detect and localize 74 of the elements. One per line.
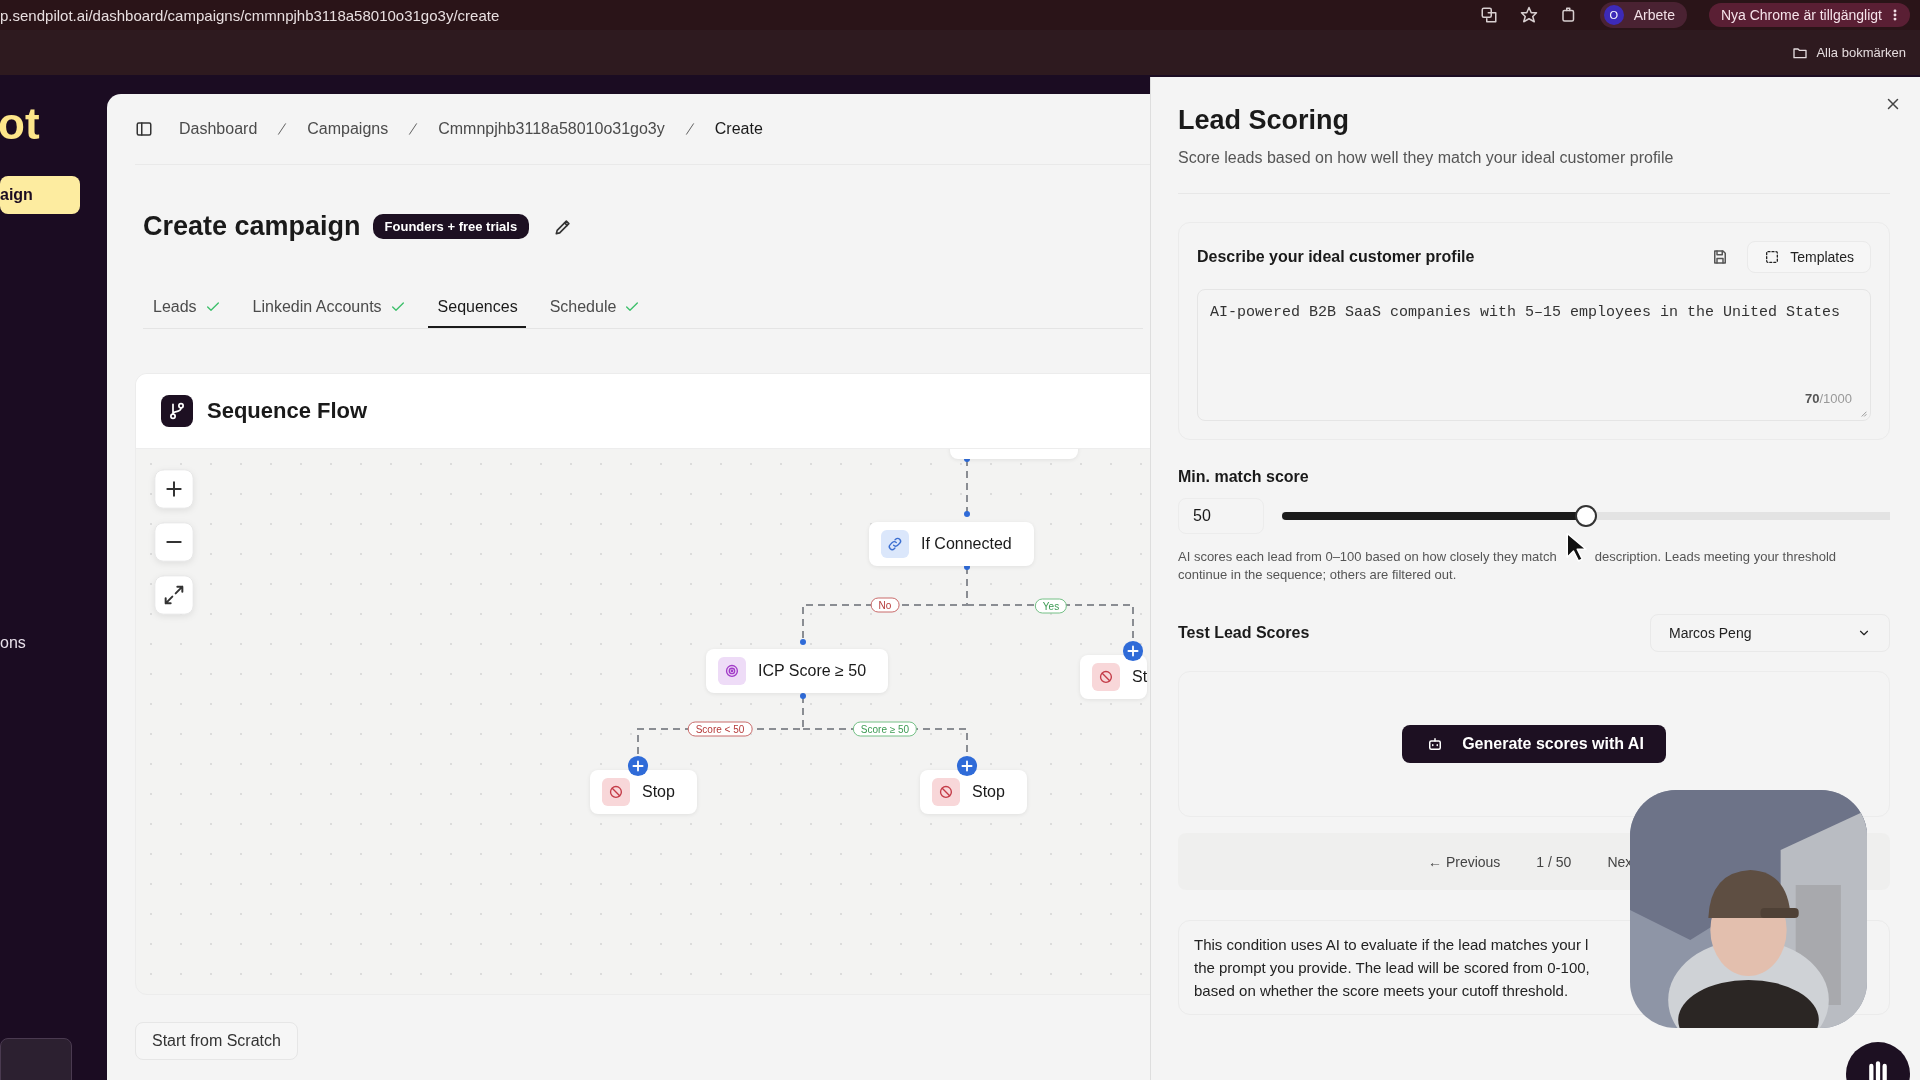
audience-badge: Founders + free trials (372, 214, 530, 239)
info-text: This condition uses AI to evaluate if the lead matches your l the prompt you provide. The lead will be scored from 0-100, based on whether the score meets your cutoff threshold. (1194, 935, 1591, 1001)
translate-icon[interactable] (1479, 6, 1498, 24)
sidebar-toggle-icon[interactable] (135, 120, 153, 138)
templates-button[interactable]: Templates (1747, 241, 1871, 273)
panel-subtitle: Score leads based on how well they match your ideal customer profile (1178, 149, 1675, 167)
bookmarks-folder[interactable]: Alla bokmärken (1792, 44, 1906, 61)
node-label: If Connected (921, 535, 1012, 553)
hint-text: AI scores each lead from 0–100 based on how closely they match (1178, 548, 1557, 566)
node-label: St (1132, 668, 1148, 686)
slider-thumb[interactable] (1575, 505, 1597, 527)
sidebar-item[interactable]: aign (0, 176, 80, 214)
panel-title: Lead Scoring (1178, 105, 1351, 136)
flow-node[interactable]: St (1080, 655, 1148, 699)
textarea-value: AI-powered B2B SaaS companies with 5–15 employees in the United States (1210, 304, 1842, 321)
profile-avatar: O (1603, 5, 1624, 25)
profile-name: Arbete (1633, 7, 1675, 23)
branch-label: No (870, 597, 900, 613)
branch-icon (161, 395, 193, 427)
hint-text: continue in the sequence; others are filtered out. (1178, 566, 1458, 584)
hint-text: description. Leads meeting your threshold (1594, 548, 1837, 566)
section-heading: Min. match score (1178, 468, 1310, 486)
blocked-icon (602, 778, 630, 806)
node-label: ICP Score ≥ 50 (758, 662, 867, 680)
flow-node[interactable]: ICP Score ≥ 50 (706, 649, 889, 693)
add-step-button[interactable] (1122, 640, 1144, 662)
flow-node[interactable]: Stop (920, 770, 1027, 814)
add-step-button[interactable] (956, 755, 978, 777)
section-heading: Describe your ideal customer profile (1197, 248, 1476, 266)
address-bar-url[interactable]: p.sendpilot.ai/dashboard/campaigns/cmmnpjhb3118a58010o31go3y/create (0, 6, 500, 24)
target-icon (718, 657, 746, 685)
connector-line (964, 456, 970, 517)
flow-node[interactable]: Stop (590, 770, 697, 814)
tab[interactable]: Sequences (427, 290, 526, 328)
breadcrumb-link[interactable]: Cmmnpjhb3118a58010o31go3y (438, 120, 665, 138)
blocked-icon (1092, 663, 1120, 691)
node-label: Stop (972, 783, 1005, 801)
branch-label: Score < 50 (687, 721, 753, 737)
update-notice: Nya Chrome är tillgängligt (1720, 7, 1882, 23)
profile-button[interactable]: O Arbete (1599, 2, 1687, 28)
branch-label: Score ≥ 50 (852, 721, 918, 737)
score-input[interactable]: 50 (1178, 498, 1264, 534)
breadcrumb-link[interactable]: Dashboard (179, 120, 258, 138)
tab[interactable]: Linkedin Accounts (242, 290, 414, 328)
tab[interactable]: Leads (143, 290, 229, 328)
star-icon[interactable] (1519, 6, 1538, 24)
branch-label: Yes (1034, 598, 1068, 614)
tab[interactable]: Schedule (539, 290, 649, 328)
page-indicator: 1 / 50 (1536, 853, 1572, 870)
breadcrumb-current: Create (714, 120, 763, 138)
flow-title: Sequence Flow (207, 398, 368, 424)
sidebar-item[interactable]: ons (0, 624, 80, 662)
sidebar-card (0, 1038, 72, 1080)
previous-button[interactable]: ← Previous (1428, 853, 1501, 870)
profile-textarea[interactable]: AI-powered B2B SaaS companies with 5–15 employees in the United States 70/1000 (1197, 289, 1871, 421)
logo-text: ot (0, 102, 41, 146)
template-icon (1764, 249, 1781, 265)
update-button[interactable]: Nya Chrome är tillgängligt (1708, 3, 1910, 27)
add-step-button[interactable] (627, 755, 649, 777)
link-icon (881, 530, 909, 558)
node-label: Stop (642, 783, 675, 801)
flow-node[interactable]: If Connected (869, 522, 1034, 566)
section-heading: Test Lead Scores (1178, 624, 1311, 642)
page-title: Create campaign (143, 211, 361, 242)
bookmarks-label: Alla bokmärken (1816, 45, 1906, 60)
dropdown-value: Marcos Peng (1669, 625, 1752, 641)
zoom-in-button[interactable] (154, 469, 194, 509)
blocked-icon (932, 778, 960, 806)
generate-scores-button[interactable]: Generate scores with AI (1402, 725, 1666, 763)
breadcrumb-link[interactable]: Campaigns (307, 120, 389, 138)
start-from-scratch-button[interactable]: Start from Scratch (135, 1022, 298, 1060)
fit-view-button[interactable] (154, 575, 194, 615)
lead-dropdown[interactable]: Marcos Peng (1650, 614, 1890, 652)
character-counter: 70/1000 (1805, 391, 1852, 406)
